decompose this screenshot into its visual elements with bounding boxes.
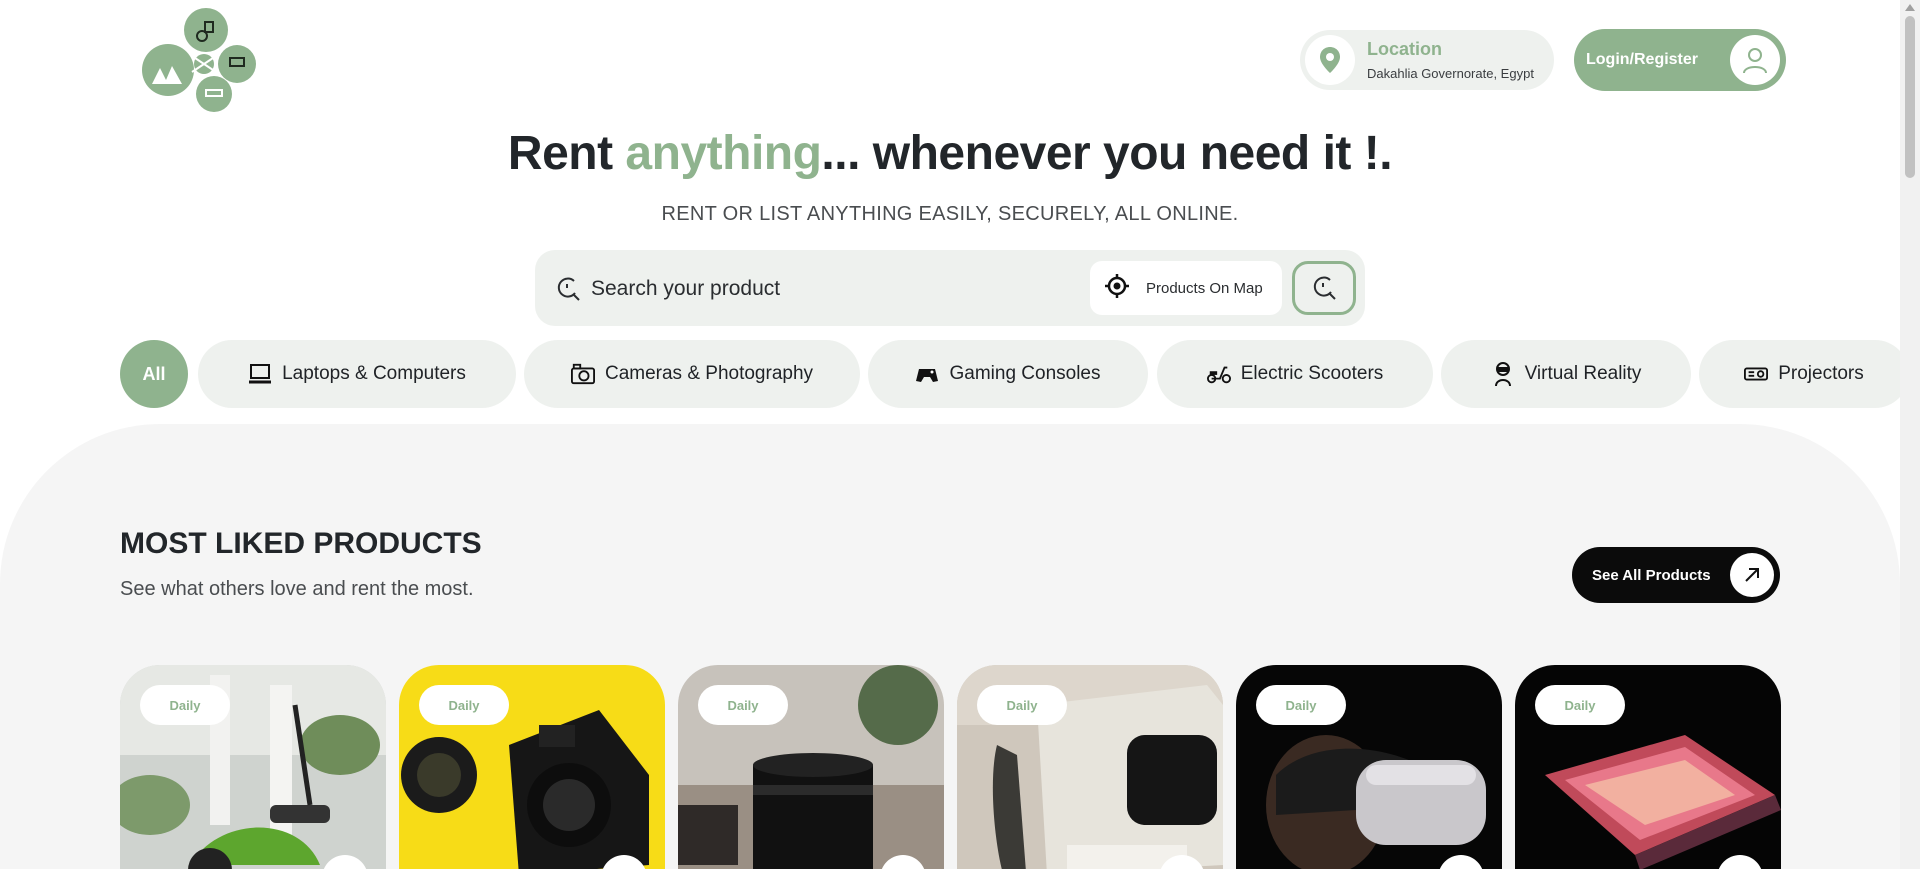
map-pin-icon bbox=[1305, 35, 1355, 85]
search-bar: Products On Map bbox=[535, 250, 1365, 326]
hero-title-start: Rent bbox=[507, 127, 626, 180]
search-icon bbox=[1313, 276, 1336, 300]
rental-period-badge: Daily bbox=[1535, 685, 1625, 725]
category-vr[interactable]: Virtual Reality bbox=[1441, 340, 1691, 408]
rental-period-badge: Daily bbox=[419, 685, 509, 725]
category-label: Laptops & Computers bbox=[282, 363, 466, 384]
product-card-lens[interactable]: Daily bbox=[678, 665, 944, 869]
hero-title-accent: anything bbox=[625, 127, 822, 180]
product-card-laptop[interactable]: Daily bbox=[1515, 665, 1781, 869]
scrollbar-thumb[interactable] bbox=[1905, 16, 1915, 178]
product-card-camera[interactable]: Daily bbox=[399, 665, 665, 869]
login-register-label: Login/Register bbox=[1586, 51, 1699, 68]
category-label: Cameras & Photography bbox=[604, 363, 814, 384]
projector-icon bbox=[1744, 362, 1769, 386]
location-selector[interactable]: Location Dakahlia Governorate, Egypt bbox=[1300, 30, 1554, 90]
search-input[interactable] bbox=[591, 272, 1011, 306]
category-gaming[interactable]: Gaming Consoles bbox=[868, 340, 1148, 408]
category-projectors[interactable]: Projectors bbox=[1699, 340, 1909, 408]
category-label: Gaming Consoles bbox=[949, 363, 1101, 384]
rental-period-badge: Daily bbox=[1256, 685, 1346, 725]
products-on-map-button[interactable]: Products On Map bbox=[1090, 261, 1282, 315]
category-scooters[interactable]: Electric Scooters bbox=[1157, 340, 1433, 408]
search-icon bbox=[555, 276, 581, 302]
category-cameras[interactable]: Cameras & Photography bbox=[524, 340, 860, 408]
see-all-products-label: See All Products bbox=[1592, 566, 1711, 584]
camera-icon bbox=[570, 362, 595, 386]
section-subtitle: See what others love and rent the most. bbox=[120, 578, 474, 600]
rental-period-badge: Daily bbox=[977, 685, 1067, 725]
scooter-icon bbox=[1206, 362, 1231, 386]
section-title: MOST LIKED PRODUCTS bbox=[120, 527, 482, 560]
category-label: Electric Scooters bbox=[1240, 363, 1384, 384]
category-laptops[interactable]: Laptops & Computers bbox=[198, 340, 516, 408]
see-all-products-button[interactable]: See All Products bbox=[1572, 547, 1780, 603]
category-label: Virtual Reality bbox=[1524, 363, 1642, 384]
search-submit-button[interactable] bbox=[1292, 261, 1356, 315]
crosshair-icon bbox=[1104, 273, 1130, 304]
gamepad-icon bbox=[915, 362, 939, 386]
products-on-map-label: Products On Map bbox=[1146, 279, 1263, 297]
laptop-icon bbox=[248, 362, 272, 386]
login-register-button[interactable]: Login/Register bbox=[1574, 29, 1786, 91]
hero-title-end: ... whenever you need it !. bbox=[821, 127, 1393, 180]
hero-subtitle: RENT OR LIST ANYTHING EASILY, SECURELY, … bbox=[661, 203, 1239, 225]
user-icon bbox=[1730, 35, 1780, 85]
location-value: Dakahlia Governorate, Egypt bbox=[1367, 66, 1534, 81]
category-label: Projectors bbox=[1778, 363, 1864, 384]
product-card-projector[interactable]: Daily bbox=[957, 665, 1223, 869]
category-all[interactable]: All bbox=[120, 340, 188, 408]
product-card-scooter[interactable]: Daily bbox=[120, 665, 386, 869]
hero-title: Rent anything... whenever you need it !. bbox=[0, 126, 1900, 181]
site-logo[interactable] bbox=[142, 8, 258, 112]
page-scrollbar[interactable] bbox=[1900, 0, 1920, 869]
product-card-vr[interactable]: Daily bbox=[1236, 665, 1502, 869]
rental-period-badge: Daily bbox=[140, 685, 230, 725]
location-title: Location bbox=[1367, 39, 1442, 59]
rental-period-badge: Daily bbox=[698, 685, 788, 725]
scroll-up-arrow-icon[interactable] bbox=[1905, 4, 1915, 11]
arrow-up-right-icon bbox=[1730, 553, 1774, 597]
vr-headset-icon bbox=[1491, 362, 1515, 387]
